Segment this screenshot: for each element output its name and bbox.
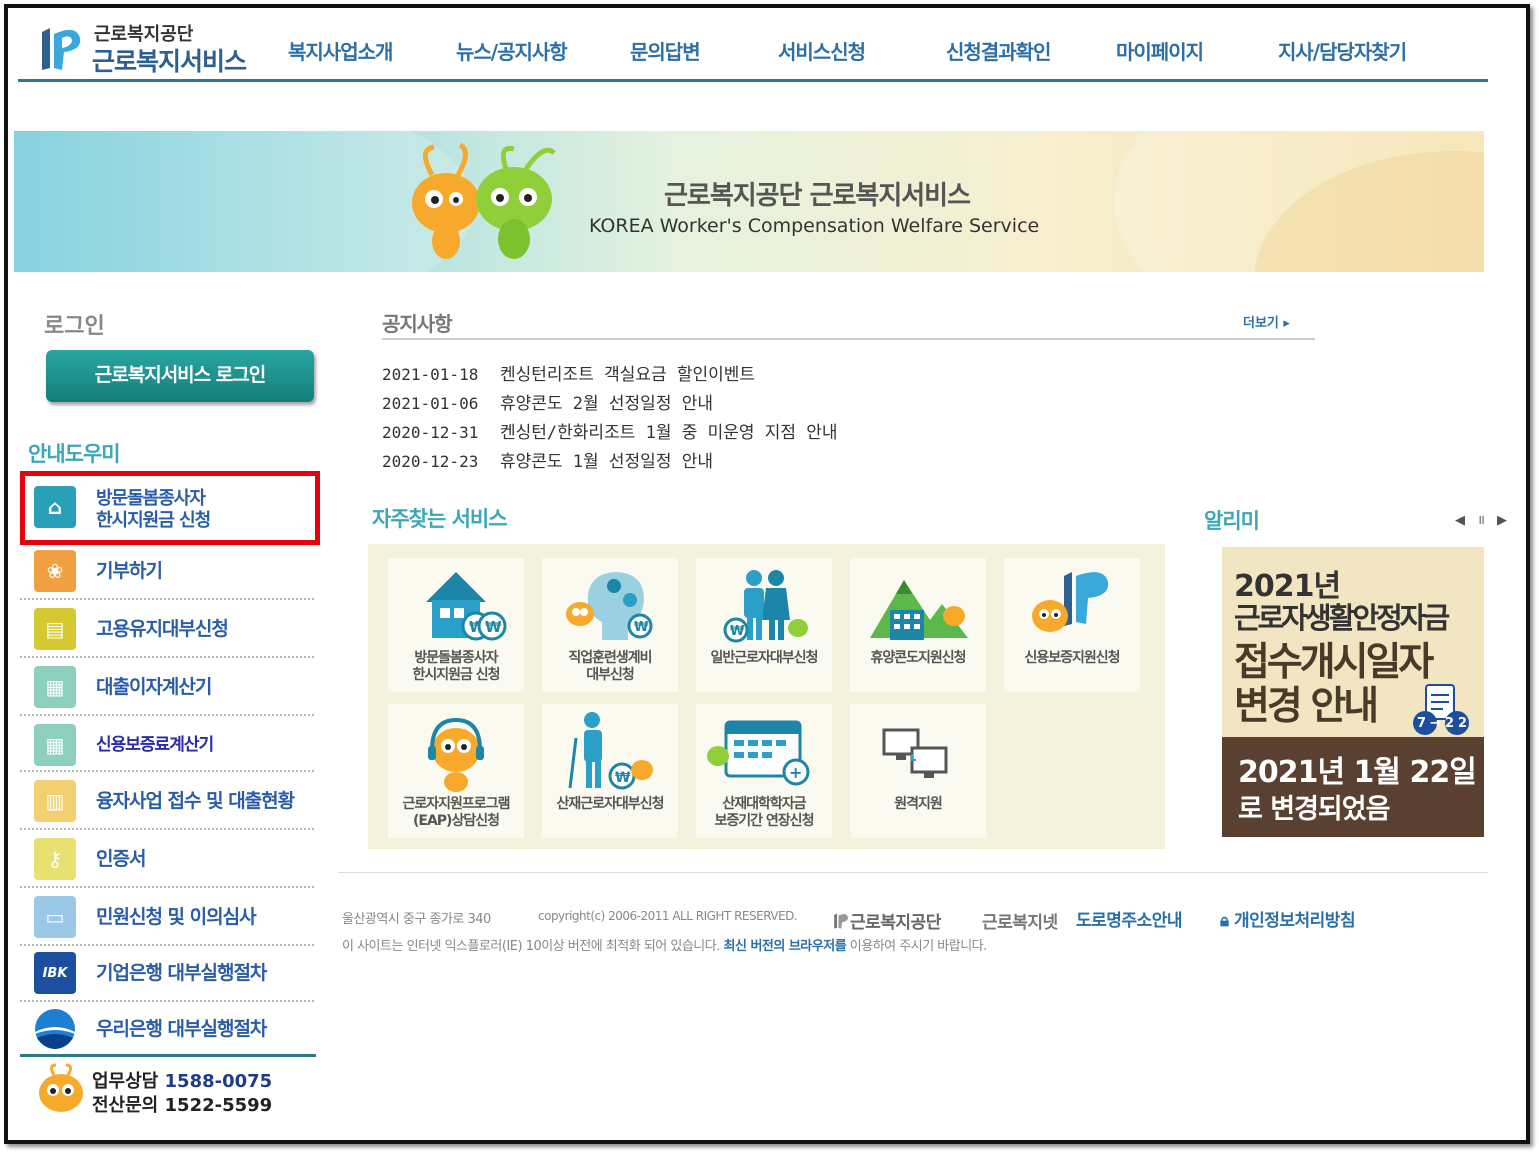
nav-mypage[interactable]: 마이페이지 [1116, 36, 1204, 65]
service-care-worker-subsidy[interactable]: ₩ ₩ 방문돌봄종사자 한시지원금 신청 [388, 558, 524, 692]
chart-icon: ▥ [34, 780, 76, 822]
guide-title: 안내도우미 [28, 442, 121, 466]
services-title: 자주찾는 서비스 [372, 507, 508, 531]
service-tuition-guarantee-extension[interactable]: + 산재대학학자금 보증기간 연장신청 [696, 704, 832, 838]
banner-title: 근로복지공단 근로복지서비스 [664, 181, 971, 211]
svg-text:₩: ₩ [615, 770, 631, 786]
lock-icon: 🔒︎ [1220, 911, 1234, 931]
nav-welfare-intro[interactable]: 복지사업소개 [288, 36, 393, 65]
head-gear-icon: ₩ [566, 572, 653, 640]
house-coin-icon: ₩ ₩ [426, 572, 507, 641]
id-card-icon: ▤ [34, 608, 76, 650]
notice-more-link[interactable]: 더보기 ▸ [1243, 312, 1290, 331]
guide-item-ibk-loan[interactable]: IBK 기업은행 대부실행절차 [20, 946, 314, 1002]
footer-copyright: copyright(c) 2006-2011 ALL RIGHT RESERVE… [538, 909, 798, 923]
header: 근로복지공단 근로복지서비스 복지사업소개 뉴스/공지사항 문의답변 서비스신청… [18, 14, 1488, 82]
monitors-icon [882, 728, 948, 778]
footer-address: 울산광역시 중구 종가로 340 [342, 912, 491, 927]
guide-item-interest-calculator[interactable]: ▦ 대출이자계산기 [20, 658, 314, 716]
alrimi-banner[interactable]: 2021년 근로자생활안정자금 접수개시일자 변경 안내 7→22 2021년 … [1222, 547, 1484, 837]
notice-row[interactable]: 2021-01-18 켄싱턴리조트 객실요금 할인이벤트 [382, 360, 755, 385]
notice-row[interactable]: 2021-01-06 휴양콘도 2월 선정일정 안내 [382, 389, 713, 414]
alrimi-date: 2021년 1월 22일 [1238, 755, 1477, 790]
calculator-icon: ▦ [34, 666, 76, 708]
alrimi-badge-text: 7→22 [1417, 716, 1472, 731]
key-icon: ⚷ [34, 838, 76, 880]
kcomwel-logo-icon [834, 913, 848, 929]
alrimi-title: 알리미 [1204, 509, 1260, 533]
resort-icon [870, 580, 968, 640]
guide-item-donation[interactable]: ❀ 기부하기 [20, 544, 314, 600]
alrimi-changed: 로 변경되었음 [1238, 794, 1390, 825]
footer-link-privacy[interactable]: 🔒︎ 개인정보처리방침 [1220, 906, 1356, 931]
couple-icon: ₩ [723, 570, 808, 643]
site-logo[interactable]: 근로복지공단 근로복지서비스 [36, 20, 276, 76]
footer-link-road-address[interactable]: 도로명주소안내 [1076, 906, 1182, 931]
service-eap-counseling[interactable]: 근로자지원프로그램 (EAP)상담신청 [388, 704, 524, 838]
guide-item-employment-loan[interactable]: ▤ 고용유지대부신청 [20, 600, 314, 658]
contact-label-1: 업무상담 [92, 1071, 159, 1092]
mascot-logo-icon [1032, 572, 1109, 632]
nav-qna[interactable]: 문의답변 [630, 36, 701, 65]
guide-item-certificate[interactable]: ⚷ 인증서 [20, 830, 314, 888]
guide-item-civil-complaint[interactable]: ▭ 민원신청 및 이의심사 [20, 888, 314, 946]
contact-label-2: 전산문의 [92, 1095, 159, 1116]
service-training-loan[interactable]: ₩ 직업훈련생계비 대부신청 [542, 558, 678, 692]
notice-row[interactable]: 2020-12-23 휴양콘도 1월 선정일정 안내 [382, 447, 713, 472]
services-panel: ₩ ₩ 방문돌봄종사자 한시지원금 신청 ₩ 직업훈련생계비 대부신청 ₩ 일반근로… [368, 544, 1165, 849]
login-title: 로그인 [44, 314, 105, 339]
notice-row[interactable]: 2020-12-31 켄싱턴/한화리조트 1월 중 미운영 지점 안내 [382, 418, 838, 443]
alrimi-line-4: 변경 안내 [1234, 684, 1379, 729]
svg-text:₩: ₩ [634, 620, 649, 635]
contact-info: 업무상담 1588-0075 전산문의 1522-5599 [20, 1054, 316, 1118]
ibk-logo-icon: IBK [34, 952, 76, 994]
guide-item-guarantee-calculator[interactable]: ▦ 신용보증료계산기 [20, 716, 314, 772]
nav-service-apply[interactable]: 서비스신청 [778, 36, 866, 65]
service-resort-support[interactable]: 휴양콘도지원신청 [850, 558, 986, 692]
nav-result-check[interactable]: 신청결과확인 [946, 36, 1051, 65]
mascot-characters-icon [412, 142, 556, 259]
footer-org-logo: 근로복지공단 [832, 908, 941, 933]
mascot-icon [39, 1063, 83, 1112]
contact-phone-2: 1522-5599 [164, 1095, 273, 1116]
svg-text:₩: ₩ [485, 618, 502, 636]
service-remote-support[interactable]: 원격지원 [850, 704, 986, 838]
nav-news[interactable]: 뉴스/공지사항 [456, 36, 568, 65]
svg-text:₩: ₩ [730, 624, 745, 639]
woori-logo-icon [34, 1008, 76, 1050]
logo-title: 근로복지서비스 [92, 47, 247, 76]
login-button[interactable]: 근로복지서비스 로그인 [46, 350, 314, 402]
alrimi-slide-controls[interactable]: ◀ ॥ ▶ [1455, 510, 1511, 528]
mascot-headset-icon [428, 717, 484, 792]
guide-item-loan-status[interactable]: ▥ 융자사업 접수 및 대출현황 [20, 772, 314, 830]
calendar-icon: + [707, 720, 810, 786]
footer-link-welfare-net[interactable]: 근로복지넷 [982, 908, 1058, 933]
main-banner: 근로복지공단 근로복지서비스 KOREA Worker's Compensati… [14, 131, 1484, 272]
footer-browser-notice: 이 사이트는 인터넷 익스플로러(IE) 10이상 버전에 최적화 되어 있습니… [342, 939, 987, 954]
crutch-person-icon: ₩ [568, 712, 653, 790]
service-injured-worker-loan[interactable]: ₩ 산재근로자대부신청 [542, 704, 678, 838]
notice-title: 공지사항 [382, 312, 453, 336]
svg-text:+: + [789, 763, 802, 782]
guide-item-woori-loan[interactable]: 우리은행 대부실행절차 [20, 1002, 314, 1058]
banner-subtitle: KOREA Worker's Compensation Welfare Serv… [589, 215, 1040, 237]
nav-branch-finder[interactable]: 지사/담당자찾기 [1278, 36, 1407, 65]
service-credit-guarantee[interactable]: 신용보증지원신청 [1004, 558, 1140, 692]
highlight-box [20, 471, 320, 545]
contact-phone-1: 1588-0075 [164, 1071, 273, 1092]
document-icon: ▭ [34, 896, 76, 938]
kcomwel-logo-icon [42, 28, 81, 70]
gift-icon: ❀ [34, 550, 76, 592]
service-worker-loan[interactable]: ₩ 일반근로자대부신청 [696, 558, 832, 692]
calculator-icon: ▦ [34, 724, 76, 766]
